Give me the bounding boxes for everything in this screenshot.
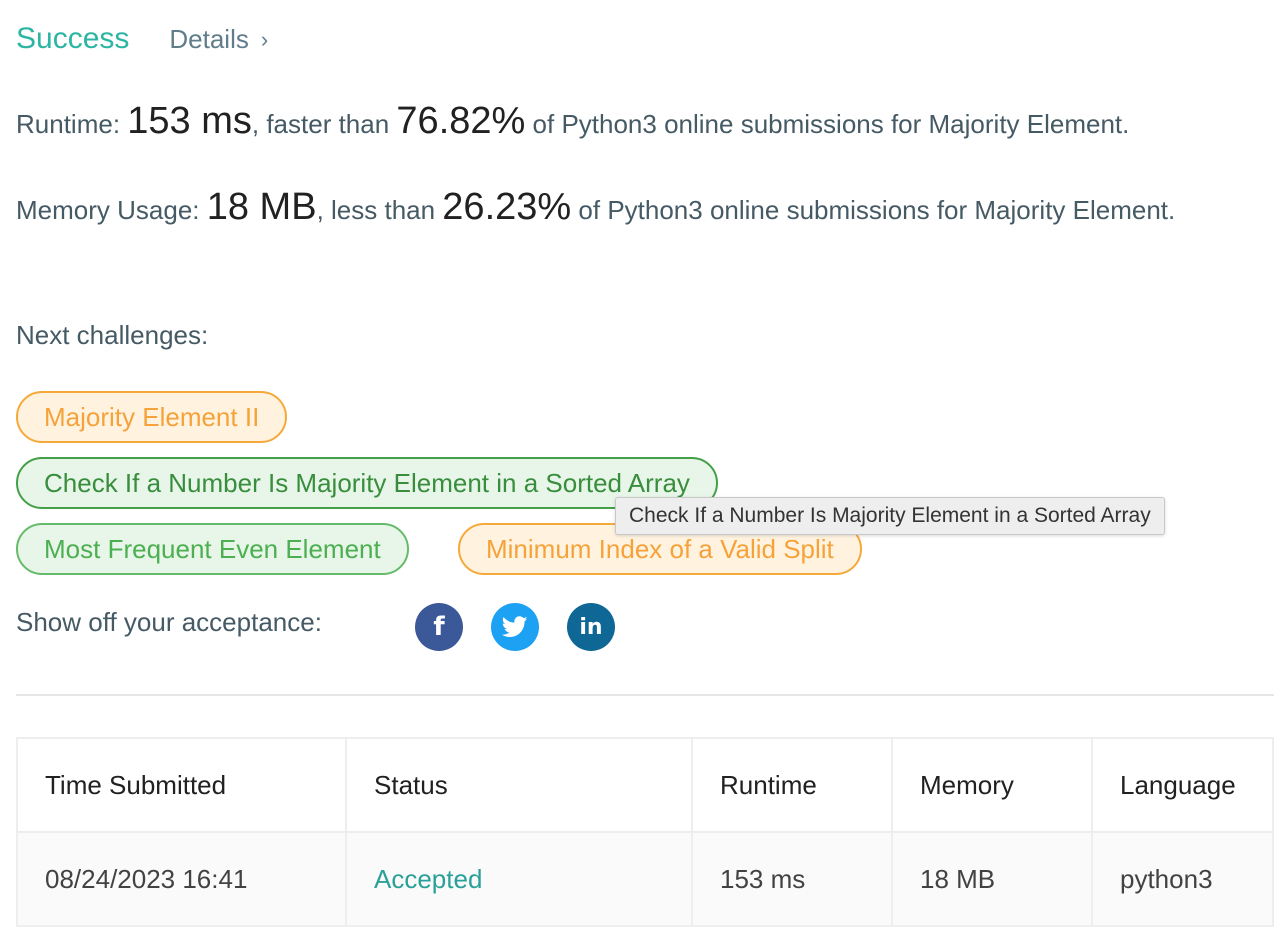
memory-percent: 26.23% (442, 186, 572, 228)
twitter-icon[interactable] (491, 603, 539, 651)
facebook-icon[interactable]: f (415, 603, 463, 651)
column-header-language[interactable]: Language (1091, 737, 1274, 833)
memory-comparison: , less than (316, 195, 443, 225)
linkedin-icon[interactable]: in (567, 603, 615, 651)
result-header: Success Details › (16, 22, 268, 56)
challenge-tag[interactable]: Majority Element II (16, 391, 288, 443)
cell-time-submitted: 08/24/2023 16:41 (16, 831, 347, 927)
column-header-time[interactable]: Time Submitted (16, 737, 347, 833)
memory-value: 18 MB (206, 186, 317, 228)
runtime-comparison: , faster than (251, 109, 397, 139)
status-success: Success (16, 22, 130, 55)
runtime-value: 153 ms (127, 100, 252, 142)
divider (16, 694, 1274, 696)
linkedin-glyph: in (579, 614, 603, 640)
details-link[interactable]: Details › (169, 24, 268, 55)
runtime-percent: 76.82% (396, 100, 526, 142)
memory-summary: Memory Usage: 18 MB, less than 26.23% of… (16, 186, 1256, 231)
column-header-runtime[interactable]: Runtime (691, 737, 893, 833)
share-label: Show off your acceptance: (16, 607, 322, 637)
details-label: Details (169, 24, 249, 54)
challenge-tag[interactable]: Check If a Number Is Majority Element in… (16, 457, 718, 509)
table-row: 08/24/2023 16:41 Accepted 153 ms 18 MB p… (16, 831, 1274, 927)
cell-language: python3 (1091, 831, 1274, 927)
column-header-status[interactable]: Status (345, 737, 693, 833)
challenge-tag[interactable]: Most Frequent Even Element (16, 523, 409, 575)
cell-status-accepted[interactable]: Accepted (345, 831, 693, 927)
chevron-right-icon: › (260, 26, 269, 52)
twitter-bird-icon (502, 616, 528, 637)
table-header-row: Time Submitted Status Runtime Memory Lan… (16, 737, 1274, 833)
runtime-label: Runtime: (16, 109, 128, 139)
runtime-suffix: of Python3 online submissions for Majori… (525, 109, 1130, 139)
column-header-memory[interactable]: Memory (891, 737, 1093, 833)
submissions-table: Time Submitted Status Runtime Memory Lan… (16, 737, 1274, 927)
memory-label: Memory Usage: (16, 195, 207, 225)
facebook-glyph: f (433, 612, 445, 642)
runtime-summary: Runtime: 153 ms, faster than 76.82% of P… (16, 100, 1256, 145)
next-challenges-label: Next challenges: (16, 320, 209, 350)
cell-memory: 18 MB (891, 831, 1093, 927)
memory-suffix: of Python3 online submissions for Majori… (571, 195, 1176, 225)
challenge-tooltip: Check If a Number Is Majority Element in… (615, 497, 1165, 535)
cell-runtime: 153 ms (691, 831, 893, 927)
